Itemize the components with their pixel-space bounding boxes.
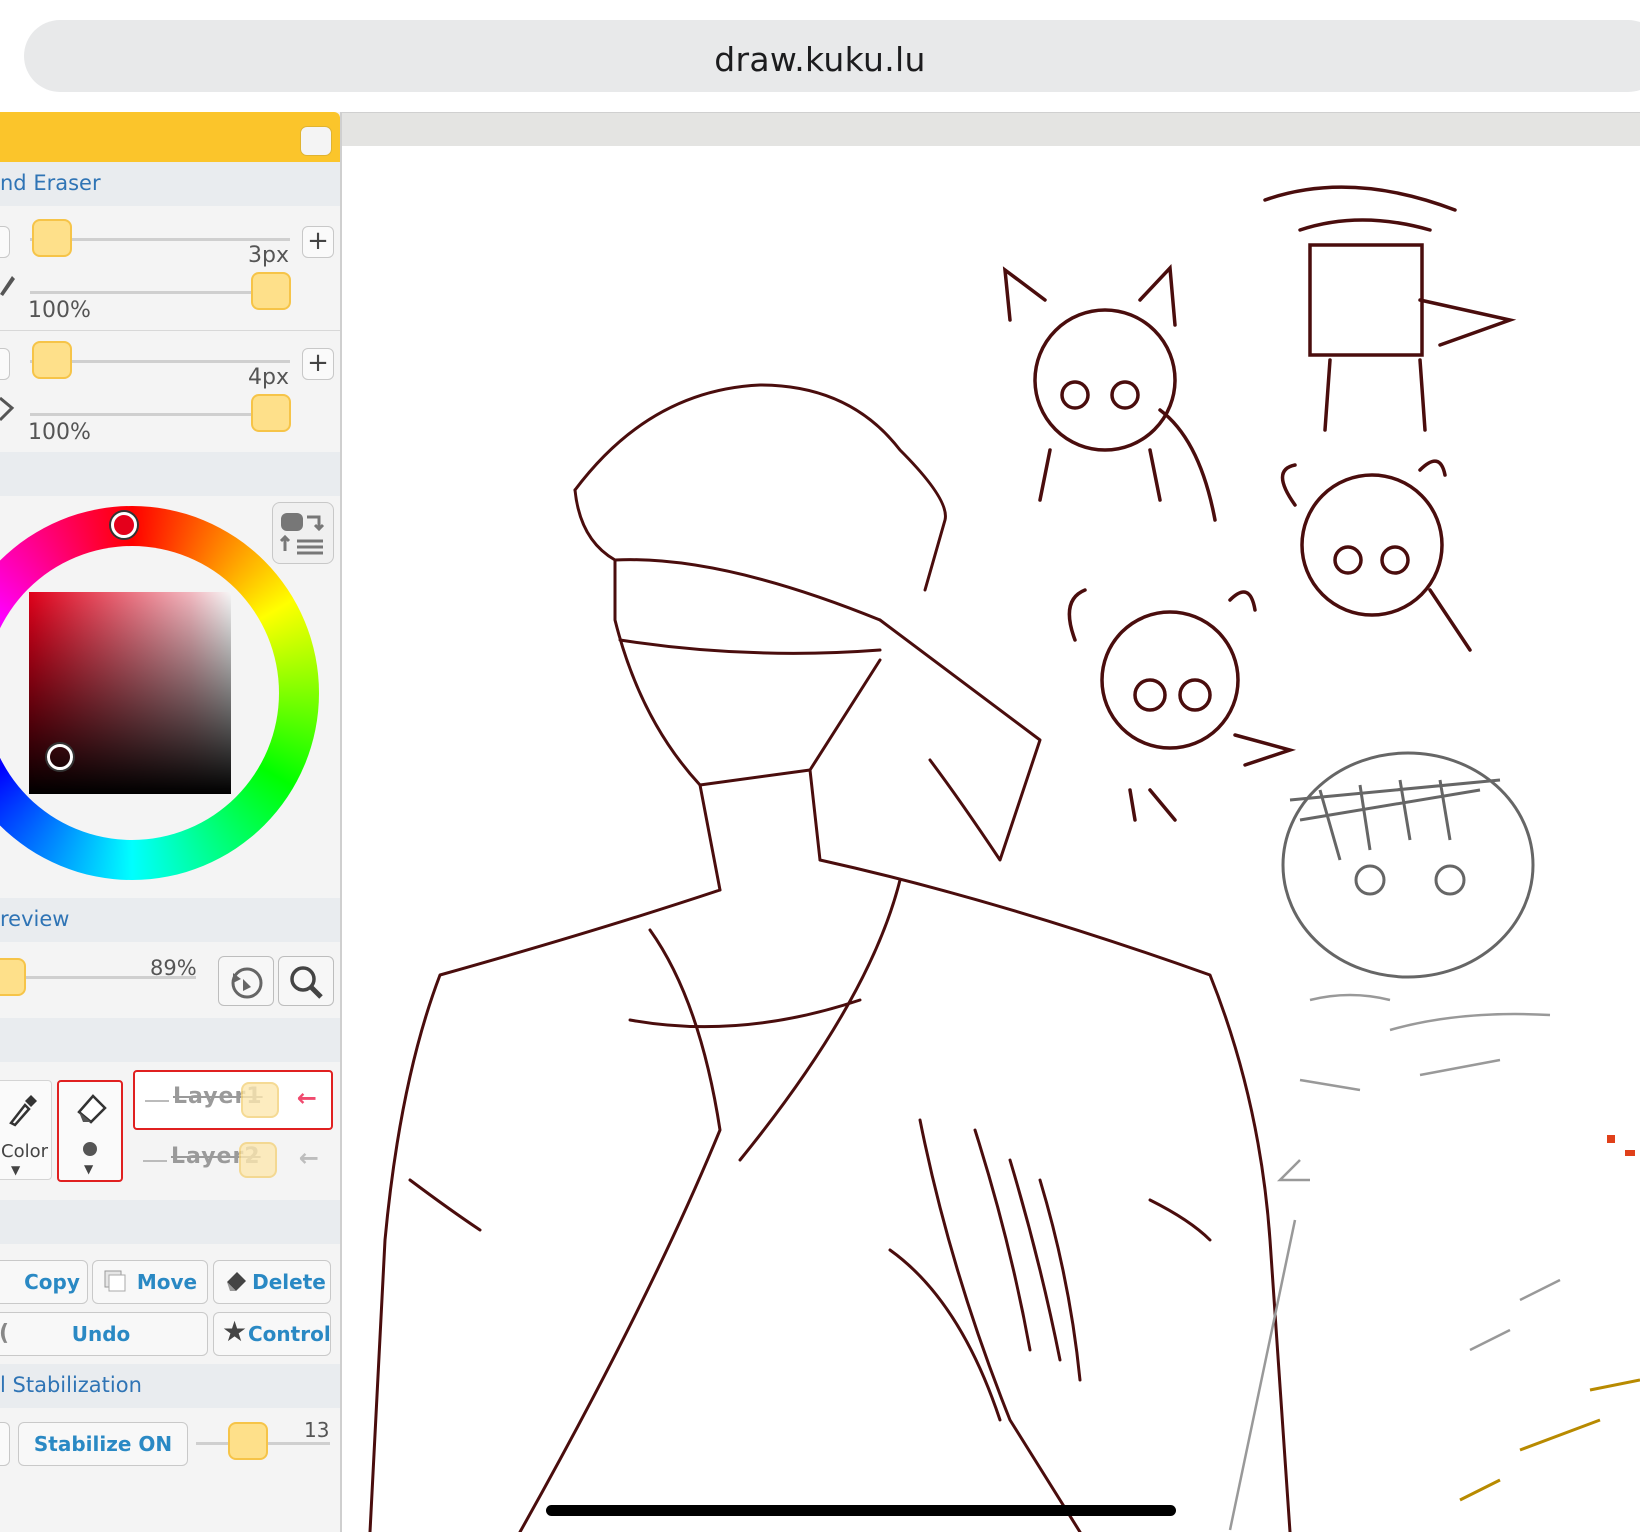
stabilize-slider-knob[interactable] bbox=[228, 1422, 268, 1460]
minus-button-fragment[interactable] bbox=[0, 226, 10, 258]
zoom-button[interactable] bbox=[278, 956, 334, 1006]
layer-dash bbox=[143, 1160, 167, 1162]
magnifier-icon bbox=[290, 966, 323, 999]
swap-colors-button[interactable] bbox=[272, 502, 334, 564]
eraser-opacity-slider-track[interactable] bbox=[30, 413, 280, 416]
pen-opacity-slider-track[interactable] bbox=[30, 291, 280, 294]
layer-row-2[interactable]: Layer2 ← bbox=[133, 1132, 333, 1192]
plus-icon: + bbox=[307, 348, 329, 378]
swap-colors-icon bbox=[279, 513, 325, 555]
drawing-canvas[interactable] bbox=[342, 146, 1640, 1532]
stabilization-section-title: l Stabilization bbox=[0, 1364, 340, 1408]
chevron-down-icon: ▼ bbox=[11, 1163, 21, 1177]
eraser-icon bbox=[77, 1094, 107, 1124]
pencil-icon bbox=[0, 276, 15, 296]
zoom-value: 89% bbox=[150, 956, 197, 980]
layer-dash bbox=[145, 1100, 169, 1102]
url-text: draw.kuku.lu bbox=[714, 40, 926, 79]
eraser-size-value: 4px bbox=[248, 365, 289, 390]
panel-collapse-button[interactable] bbox=[300, 126, 332, 156]
undo-button[interactable]: ( Undo bbox=[0, 1312, 208, 1356]
preview-section-title: review bbox=[0, 898, 340, 942]
undo-icon: ( bbox=[0, 1321, 10, 1346]
url-bar[interactable]: draw.kuku.lu bbox=[24, 20, 1640, 92]
eraser-opacity-value: 100% bbox=[28, 420, 91, 445]
eraser-size-slider-knob[interactable] bbox=[32, 341, 72, 379]
stabilize-value: 13 bbox=[304, 1418, 330, 1442]
move-button[interactable]: Move bbox=[92, 1260, 208, 1304]
copy-label: Copy bbox=[24, 1270, 80, 1294]
pen-size-value: 3px bbox=[248, 243, 289, 268]
layer-opacity-knob[interactable] bbox=[239, 1142, 277, 1178]
eraser-tool[interactable]: ▼ bbox=[57, 1080, 123, 1182]
divider bbox=[0, 330, 340, 331]
undo-label: Undo bbox=[71, 1322, 131, 1346]
color-section-bar bbox=[0, 452, 340, 496]
home-indicator bbox=[546, 1505, 1176, 1516]
copy-button[interactable]: Copy bbox=[0, 1260, 88, 1304]
pen-eraser-section-title: nd Eraser bbox=[0, 162, 340, 206]
stabilize-toggle-button[interactable]: Stabilize ON bbox=[18, 1422, 188, 1466]
arrow-left-icon[interactable]: ← bbox=[299, 1144, 319, 1172]
sv-picker-handle[interactable] bbox=[47, 744, 73, 770]
rotate-reset-button[interactable] bbox=[218, 956, 274, 1006]
canvas-toolbar-strip bbox=[342, 112, 1640, 146]
canvas-drawing bbox=[368, 185, 1640, 1532]
color-picker-tool[interactable]: Color ▼ bbox=[0, 1080, 52, 1180]
layer-opacity-knob[interactable] bbox=[241, 1082, 279, 1118]
arrow-left-icon[interactable]: ← bbox=[297, 1084, 317, 1112]
control-button[interactable]: ★ Control bbox=[213, 1312, 331, 1356]
delete-icon bbox=[227, 1272, 246, 1291]
plus-icon: + bbox=[307, 226, 329, 256]
pen-size-plus-button[interactable]: + bbox=[302, 226, 334, 258]
move-icon bbox=[104, 1270, 126, 1292]
eraser-size-plus-button[interactable]: + bbox=[302, 348, 334, 380]
pen-opacity-slider-knob[interactable] bbox=[251, 272, 291, 310]
layer-row-1[interactable]: Layer1 ← bbox=[133, 1070, 333, 1130]
eraser-opacity-slider-knob[interactable] bbox=[251, 394, 291, 432]
actions-section-bar bbox=[0, 1200, 340, 1244]
pen-size-slider-knob[interactable] bbox=[32, 219, 72, 257]
hue-picker-handle[interactable] bbox=[111, 512, 137, 538]
eyedropper-icon bbox=[9, 1095, 37, 1127]
star-icon: ★ bbox=[222, 1315, 248, 1348]
stabilize-left-fragment[interactable] bbox=[0, 1422, 10, 1466]
tools-section-bar bbox=[0, 1018, 340, 1062]
rotate-reset-icon bbox=[231, 967, 263, 999]
delete-button[interactable]: Delete bbox=[213, 1260, 331, 1304]
pen-opacity-value: 100% bbox=[28, 298, 91, 323]
chevron-down-icon: ▼ bbox=[84, 1162, 94, 1176]
color-tool-label: Color bbox=[1, 1141, 48, 1162]
eraser-icon bbox=[0, 396, 15, 422]
brush-size-dot bbox=[83, 1142, 97, 1156]
panel-header bbox=[0, 112, 340, 162]
zoom-slider-knob[interactable] bbox=[0, 958, 26, 996]
minus-button-fragment[interactable] bbox=[0, 348, 10, 380]
